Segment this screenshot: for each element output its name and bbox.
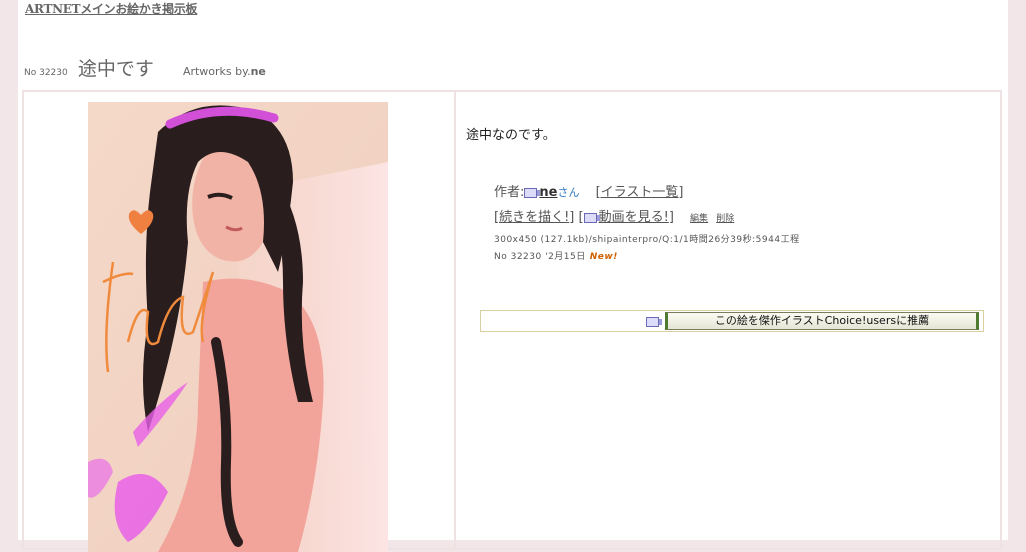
board-link[interactable]: ARTNETメインお絵かき掲示板 bbox=[25, 0, 198, 17]
new-badge: New! bbox=[589, 252, 618, 262]
author-link[interactable]: ne bbox=[539, 185, 557, 200]
author-label: 作者: bbox=[494, 185, 525, 200]
video-icon bbox=[524, 187, 541, 198]
edit-link[interactable]: 編集 bbox=[690, 214, 708, 224]
page: ARTNETメインお絵かき掲示板 No 32230 途中です Artworks … bbox=[18, 0, 1008, 552]
post-comment: 途中なのです。 bbox=[466, 128, 556, 143]
post-date: No 32230 '2月15日 bbox=[494, 252, 586, 262]
actions-row: [続きを描く!] [動画を見る!] 編集 削除 bbox=[494, 207, 800, 232]
column-divider bbox=[454, 92, 456, 548]
post-frame: 途中なのです。 作者: neさん [イラスト一覧] [続きを描く!] [動画を見る… bbox=[22, 90, 1002, 552]
recommend-box: この絵を傑作イラストChoice!usersに推薦 bbox=[480, 310, 984, 332]
post-title: 途中です bbox=[77, 58, 154, 80]
continue-draw-link[interactable]: 続きを描く! bbox=[499, 210, 569, 225]
recommend-button[interactable]: この絵を傑作イラストChoice!usersに推薦 bbox=[665, 312, 979, 330]
illust-list-link[interactable]: [イラスト一覧] bbox=[596, 185, 684, 200]
artworks-author: ne bbox=[250, 65, 266, 78]
bracket-close: ] bbox=[668, 210, 674, 225]
video-icon bbox=[646, 317, 662, 327]
artwork-image[interactable] bbox=[88, 102, 388, 552]
artwork-illustration bbox=[88, 102, 388, 552]
watch-video-link[interactable]: 動画を見る! bbox=[599, 210, 669, 225]
delete-link[interactable]: 削除 bbox=[716, 214, 734, 224]
post-title-row: No 32230 途中です Artworks by.ne bbox=[24, 54, 266, 81]
author-row: 作者: neさん [イラスト一覧] bbox=[494, 182, 800, 207]
author-honorific: さん bbox=[557, 186, 580, 199]
post-info: 作者: neさん [イラスト一覧] [続きを描く!] [動画を見る!] 編集 削除… bbox=[494, 182, 800, 266]
post-number: No 32230 bbox=[24, 68, 68, 78]
artworks-by-label: Artworks by. bbox=[182, 65, 251, 78]
artworks-by: Artworks by.ne bbox=[183, 65, 266, 78]
video-icon bbox=[583, 212, 600, 223]
image-meta: 300x450 (127.1kb)/shipainterpro/Q:1/1時間2… bbox=[494, 235, 800, 245]
bracket-close: ] bbox=[569, 210, 575, 225]
date-row: No 32230 '2月15日 New! bbox=[494, 249, 800, 266]
